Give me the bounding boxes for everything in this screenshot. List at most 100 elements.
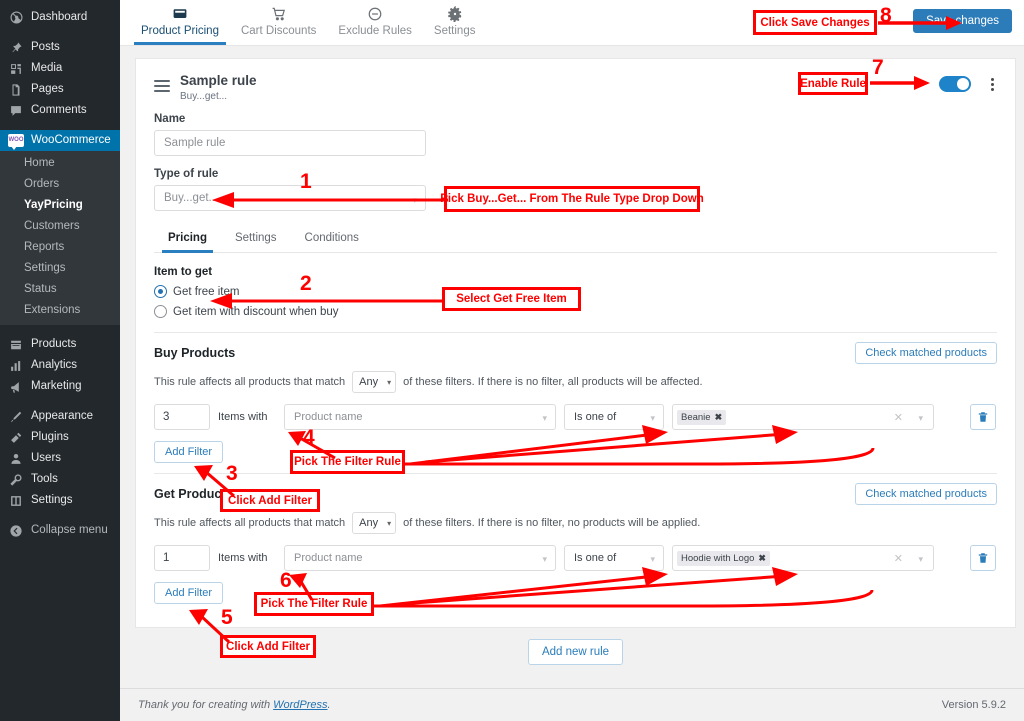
item-to-get-label: Item to get xyxy=(154,266,213,278)
rule-name-heading: Sample rule xyxy=(180,73,257,88)
tab-label: Product Pricing xyxy=(141,25,219,37)
annotation-2-label: Select Get Free Item xyxy=(442,287,581,311)
sidebar-item-comments[interactable]: Comments xyxy=(0,100,120,121)
tab-label: Exclude Rules xyxy=(338,25,412,37)
sidebar-subitem-customers[interactable]: Customers xyxy=(0,216,120,237)
tab-list: Product Pricing Cart Discounts Exclude R… xyxy=(130,0,486,45)
sidebar-item-label: Pages xyxy=(31,83,64,95)
remove-tag-icon[interactable]: ✖ xyxy=(758,553,766,564)
radio-icon[interactable] xyxy=(154,285,167,298)
annotation-2-arrow xyxy=(208,292,446,310)
tab-settings[interactable]: Settings xyxy=(423,0,487,45)
chevron-down-icon: ▾ xyxy=(650,413,655,423)
get-products-description: This rule affects all products that matc… xyxy=(154,483,997,534)
wordpress-link[interactable]: WordPress xyxy=(273,699,327,711)
name-field-label: Name xyxy=(154,113,186,125)
annotation-7-box: Enable Rule xyxy=(798,72,868,95)
annotation-7-arrow xyxy=(870,75,940,93)
buy-selected-tag[interactable]: Beanie ✖ xyxy=(677,409,727,425)
annotation-1-box: Pick Buy...Get... From The Rule Type Dro… xyxy=(440,186,704,212)
chevron-down-icon: ▾ xyxy=(387,518,392,528)
sidebar-divider xyxy=(0,325,120,334)
get-match-select[interactable]: Any ▾ xyxy=(352,512,397,534)
get-quantity-input[interactable]: 1 xyxy=(154,545,210,571)
chevron-down-icon[interactable]: ▾ xyxy=(918,554,923,565)
sidebar-item-label: Settings xyxy=(31,494,73,506)
buy-match-select[interactable]: Any ▾ xyxy=(352,371,397,393)
annotation-number: 1 xyxy=(300,170,312,193)
sidebar-submenu-woocommerce: Home Orders YayPricing Customers Reports… xyxy=(0,151,120,325)
sidebar-item-users[interactable]: Users xyxy=(0,448,120,469)
tab-exclude-rules[interactable]: Exclude Rules xyxy=(327,0,423,45)
footer-thanks-text: Thank you for creating with xyxy=(138,699,274,711)
desc-prefix: This rule affects all products that matc… xyxy=(154,517,346,529)
pricing-icon xyxy=(172,5,188,23)
buy-match-value: Any xyxy=(359,376,379,388)
sidebar-subitem-reports[interactable]: Reports xyxy=(0,237,120,258)
desc-suffix: of these filters. If there is no filter,… xyxy=(403,376,703,388)
clear-icon[interactable]: ✕ xyxy=(894,411,903,424)
drag-handle-icon[interactable] xyxy=(154,80,170,95)
footer-version: Version 5.9.2 xyxy=(941,699,1006,711)
desc-prefix: This rule affects all products that matc… xyxy=(154,376,346,388)
buy-products-description: This rule affects all products that matc… xyxy=(154,342,997,393)
inner-tab-conditions[interactable]: Conditions xyxy=(291,227,373,252)
collapse-icon xyxy=(8,523,24,539)
admin-footer: Thank you for creating with WordPress. V… xyxy=(120,688,1024,721)
sidebar-item-pages[interactable]: Pages xyxy=(0,79,120,100)
annotation-5-arrow xyxy=(185,604,245,646)
chevron-down-icon: ▾ xyxy=(387,377,392,387)
type-of-rule-label: Type of rule xyxy=(154,168,219,180)
settings-icon xyxy=(8,493,24,509)
tab-cart-discounts[interactable]: Cart Discounts xyxy=(230,0,327,45)
footer-credit: Thank you for creating with WordPress. xyxy=(138,699,331,711)
inner-tab-settings[interactable]: Settings xyxy=(221,227,291,252)
sidebar-subitem-settings[interactable]: Settings xyxy=(0,258,120,279)
sidebar-item-collapse-menu[interactable]: Collapse menu xyxy=(0,520,120,541)
chevron-down-icon[interactable]: ▾ xyxy=(918,413,923,424)
get-add-filter-button[interactable]: Add Filter xyxy=(154,582,224,604)
rule-card: Sample rule Buy...get... Name Sample rul… xyxy=(135,58,1016,628)
sidebar-item-settings[interactable]: Settings xyxy=(0,490,120,511)
tab-label: Cart Discounts xyxy=(240,25,317,37)
sidebar-item-analytics[interactable]: Analytics xyxy=(0,355,120,376)
sidebar-subitem-yaypricing[interactable]: YayPricing xyxy=(0,195,120,216)
get-selected-tag[interactable]: Hoodie with Logo ✖ xyxy=(677,550,770,566)
sidebar-subitem-status[interactable]: Status xyxy=(0,279,120,300)
sidebar-item-plugins[interactable]: Plugins xyxy=(0,427,120,448)
radio-icon[interactable] xyxy=(154,305,167,318)
remove-tag-icon[interactable]: ✖ xyxy=(715,412,723,423)
sidebar-item-appearance[interactable]: Appearance xyxy=(0,406,120,427)
section-divider xyxy=(154,332,997,333)
name-input[interactable]: Sample rule xyxy=(154,130,426,156)
annotation-1-label: Pick Buy...Get... From The Rule Type Dro… xyxy=(440,186,704,212)
sidebar-item-media[interactable]: Media xyxy=(0,58,120,79)
sidebar-divider xyxy=(0,121,120,130)
get-match-value: Any xyxy=(359,517,379,529)
sidebar-item-tools[interactable]: Tools xyxy=(0,469,120,490)
sidebar-item-woocommerce[interactable]: WOO WooCommerce xyxy=(0,130,120,151)
buy-quantity-input[interactable]: 3 xyxy=(154,404,210,430)
sidebar-divider xyxy=(0,511,120,520)
buy-tag-label: Beanie xyxy=(681,411,711,423)
buy-check-matched-products-button[interactable]: Check matched products xyxy=(855,342,997,364)
clear-icon[interactable]: ✕ xyxy=(894,552,903,565)
sidebar-item-dashboard[interactable]: Dashboard xyxy=(0,6,120,28)
sidebar-item-marketing[interactable]: Marketing xyxy=(0,376,120,397)
add-new-rule-button[interactable]: Add new rule xyxy=(527,639,624,665)
sidebar-subitem-orders[interactable]: Orders xyxy=(0,174,120,195)
sidebar-subitem-extensions[interactable]: Extensions xyxy=(0,300,120,321)
tools-icon xyxy=(8,472,24,488)
sidebar-item-products[interactable]: Products xyxy=(0,334,120,355)
sidebar-item-label: Comments xyxy=(31,104,87,116)
get-check-matched-products-button[interactable]: Check matched products xyxy=(855,483,997,505)
tab-product-pricing[interactable]: Product Pricing xyxy=(130,0,230,45)
annotation-7-label: Enable Rule xyxy=(798,72,868,95)
annotation-1-arrow xyxy=(210,191,448,209)
sidebar-subitem-home[interactable]: Home xyxy=(0,153,120,174)
more-options-icon[interactable] xyxy=(985,73,999,95)
inner-tab-pricing[interactable]: Pricing xyxy=(154,227,221,253)
chevron-down-icon: ▾ xyxy=(542,413,547,423)
sidebar-item-posts[interactable]: Posts xyxy=(0,37,120,58)
enable-rule-toggle[interactable] xyxy=(939,76,971,92)
